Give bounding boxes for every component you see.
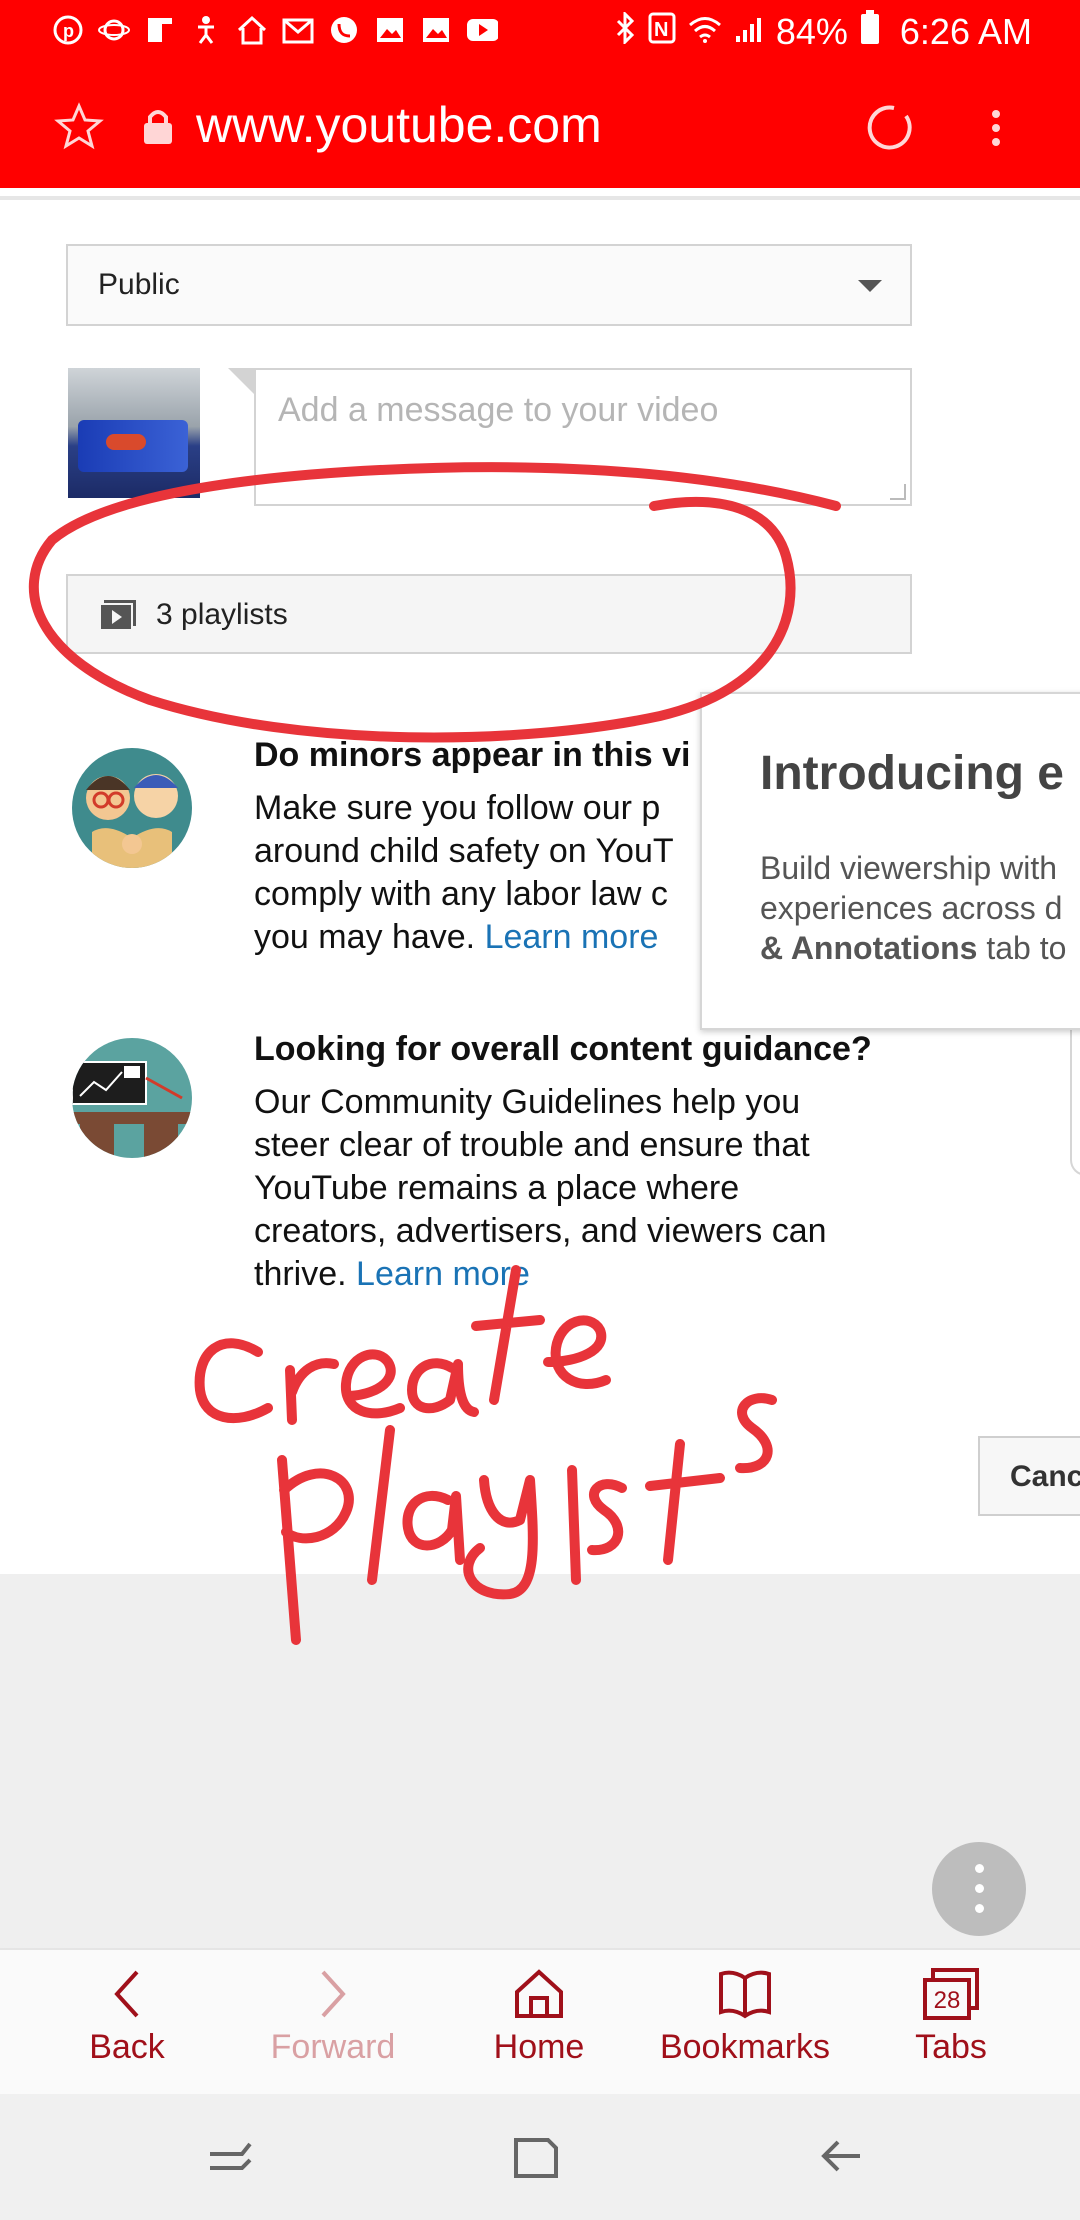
resize-handle[interactable]	[890, 484, 906, 500]
gmail-icon	[282, 14, 314, 46]
playlists-label: 3 playlists	[156, 598, 288, 631]
signal-icon	[734, 11, 764, 53]
status-bar: p N 84% 6:26 AM	[0, 0, 1080, 64]
book-icon	[719, 1970, 771, 2019]
dot	[975, 1904, 984, 1913]
tabs-count: 28	[934, 1987, 961, 2014]
privacy-select[interactable]: Public	[66, 244, 912, 326]
lock-icon	[140, 106, 176, 146]
back-button[interactable]: Back	[24, 1968, 230, 2067]
learn-more-link[interactable]: Learn more	[485, 918, 659, 956]
bluetooth-icon	[614, 9, 636, 53]
youtube-icon	[466, 14, 498, 46]
playlists-button[interactable]: 3 playlists	[66, 574, 912, 654]
guidance-illustration	[72, 1038, 192, 1158]
saturn-icon	[98, 14, 130, 46]
wifi-icon	[688, 11, 722, 53]
battery-percent: 84%	[775, 10, 848, 52]
gallery-icon	[420, 14, 452, 46]
bookmarks-label: Bookmarks	[659, 2028, 831, 2066]
more-vert-icon	[992, 110, 1000, 146]
recent-apps-icon[interactable]	[206, 2132, 254, 2180]
playlist-icon	[99, 600, 136, 631]
home-label: Home	[493, 2028, 585, 2066]
more-options-button[interactable]	[932, 1842, 1026, 1936]
url-field[interactable]: www.youtube.com	[196, 96, 602, 154]
phone-icon	[328, 14, 360, 46]
forward-button[interactable]: Forward	[230, 1968, 436, 2067]
chevron-left-icon	[114, 1970, 139, 2018]
home-nav-icon[interactable]	[512, 2132, 560, 2180]
svg-text:p: p	[63, 21, 74, 41]
tabs-button[interactable]: 28 Tabs	[848, 1968, 1054, 2067]
refresh-icon	[867, 105, 912, 150]
message-field[interactable]	[254, 368, 912, 506]
empty-area	[0, 1574, 1080, 1948]
dot	[975, 1864, 984, 1873]
home-button[interactable]: Home	[436, 1968, 642, 2067]
status-right: N 84% 6:26 AM	[614, 9, 1032, 53]
star-icon	[54, 102, 104, 150]
forward-label: Forward	[270, 2028, 396, 2066]
speech-tail	[228, 368, 254, 394]
minors-illustration	[72, 748, 192, 868]
cancel-label: Canc	[1010, 1460, 1080, 1493]
pinterest-icon: p	[52, 14, 84, 46]
thumbnail-image	[78, 420, 188, 472]
video-thumbnail	[68, 368, 200, 498]
divider	[0, 196, 1080, 200]
bookmarks-button[interactable]: Bookmarks	[642, 1968, 848, 2067]
content-guidance-body: Our Community Guidelines help you steer …	[254, 1083, 827, 1293]
tabs-icon: 28	[923, 1968, 979, 2020]
back-label: Back	[89, 2028, 165, 2066]
dropdown-arrow-icon	[858, 280, 882, 292]
refresh-button[interactable]	[862, 100, 918, 156]
message-input[interactable]	[276, 390, 880, 431]
chevron-right-icon	[321, 1970, 346, 2018]
svg-text:N: N	[654, 19, 668, 41]
system-nav-bar	[0, 2094, 1080, 2220]
tabs-label: Tabs	[915, 2028, 987, 2066]
bookmark-star-button[interactable]	[54, 102, 104, 152]
battery-icon	[860, 10, 880, 53]
browser-menu-button[interactable]	[974, 100, 1018, 156]
home-icon	[515, 1969, 563, 2018]
notification-icons: p	[52, 14, 498, 46]
browser-toolbar: www.youtube.com	[0, 64, 1080, 188]
popup-body: Build viewership with experiences across…	[760, 850, 1067, 966]
home-app-icon	[236, 14, 268, 46]
back-nav-icon[interactable]	[816, 2132, 864, 2180]
privacy-value: Public	[98, 268, 180, 301]
intro-popup[interactable]: Introducing e Build viewership with expe…	[700, 692, 1080, 1030]
content-guidance-heading: Looking for overall content guidance?	[254, 1030, 872, 1068]
flipboard-icon	[144, 14, 176, 46]
learn-more-link[interactable]: Learn more	[356, 1255, 530, 1293]
accessibility-icon	[190, 14, 222, 46]
nfc-icon: N	[648, 11, 676, 53]
dot	[975, 1884, 984, 1893]
content-guidance-section: Looking for overall content guidance? Ou…	[254, 1030, 894, 1296]
clock: 6:26 AM	[899, 10, 1032, 52]
browser-bottom-nav: Back Forward Home Bookmarks 28 Tabs	[0, 1948, 1080, 2096]
gallery-icon	[374, 14, 406, 46]
popup-title: Introducing e	[760, 747, 1064, 800]
cancel-button[interactable]: Canc	[978, 1436, 1080, 1516]
